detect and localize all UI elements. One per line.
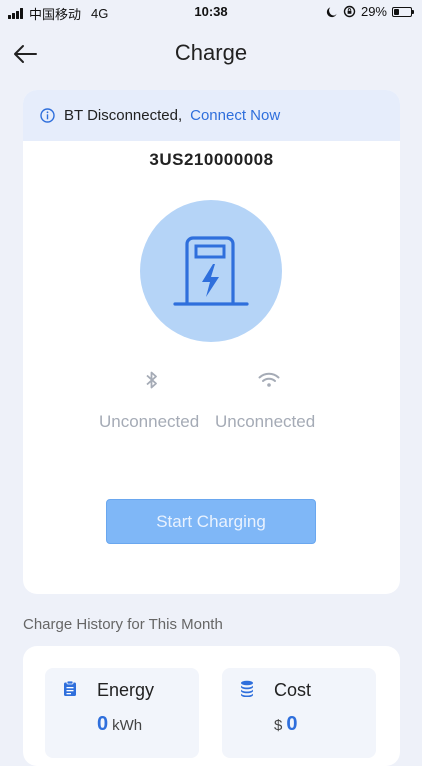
- wifi-icon: [257, 368, 281, 392]
- device-id: 3US210000008: [149, 150, 274, 169]
- history-card: Energy 0 kWh Cost $ 0: [23, 646, 400, 766]
- status-bar: 中国移动 4G 10:38 29%: [0, 0, 422, 24]
- orientation-lock-icon: [343, 5, 356, 18]
- info-icon: [40, 108, 55, 123]
- battery-icon: [392, 6, 414, 17]
- header: Charge: [0, 36, 422, 72]
- charger-illustration: [140, 200, 282, 342]
- cost-value-group: $ 0: [274, 713, 297, 736]
- cost-value: 0: [286, 713, 298, 735]
- cost-stat: Cost $ 0: [222, 668, 376, 758]
- moon-icon: [326, 6, 338, 18]
- connect-now-link[interactable]: Connect Now: [190, 107, 280, 124]
- battery-percent: 29%: [360, 4, 387, 19]
- bt-status-text: BT Disconnected,: [64, 107, 183, 124]
- coin-stack-icon: [240, 680, 256, 698]
- wifi-status-label: Unconnected: [215, 412, 316, 431]
- charger-card: BT Disconnected, Connect Now 3US21000000…: [23, 90, 400, 594]
- page-title: Charge: [174, 40, 248, 65]
- cost-label: Cost: [274, 680, 312, 700]
- energy-label: Energy: [97, 680, 155, 700]
- bt-status-banner: BT Disconnected, Connect Now: [23, 90, 400, 141]
- history-title: Charge History for This Month: [23, 616, 223, 633]
- energy-value-group: 0 kWh: [97, 713, 142, 736]
- start-charging-button[interactable]: Start Charging: [106, 499, 316, 544]
- energy-stat: Energy 0 kWh: [45, 668, 199, 758]
- charging-station-icon: [173, 236, 249, 306]
- bluetooth-status-label: Unconnected: [99, 412, 200, 431]
- clipboard-icon: [63, 680, 79, 698]
- status-right: 29%: [326, 4, 414, 19]
- cost-currency: $: [274, 717, 283, 734]
- energy-value: 0: [97, 713, 109, 735]
- energy-unit: kWh: [112, 717, 143, 734]
- bluetooth-icon: [140, 368, 164, 392]
